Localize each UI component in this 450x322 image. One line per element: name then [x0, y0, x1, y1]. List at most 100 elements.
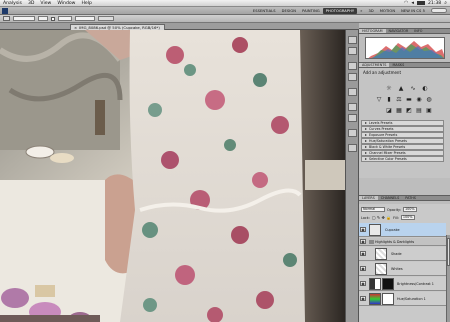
threshold-icon[interactable]: ◩ — [405, 107, 413, 115]
layer-row[interactable]: ◉ Brightness/Contrast 1 — [359, 277, 446, 291]
tab-adjustments[interactable]: ADJUSTMENTS — [359, 63, 390, 67]
workspace-essentials[interactable]: ESSENTIALS — [250, 8, 279, 14]
workspace-3d[interactable]: 3D — [366, 8, 377, 14]
levels-icon[interactable]: ▲ — [397, 85, 405, 93]
adjustment-icon — [369, 278, 381, 290]
notes-icon[interactable] — [348, 129, 357, 137]
auto-enhance-checkbox[interactable] — [51, 16, 55, 21]
application-bar: ESSENTIALS DESIGN PAINTING PHOTOGRAPHY »… — [0, 7, 450, 15]
workspace-photography[interactable]: PHOTOGRAPHY — [322, 7, 358, 14]
channel-mixer-icon[interactable]: ◍ — [425, 96, 433, 104]
opacity-label: Opacity: — [387, 207, 401, 212]
layers-scrollbar[interactable] — [446, 235, 450, 322]
expand-triangle-icon[interactable] — [365, 140, 367, 142]
hue-sat-icon[interactable]: ▮ — [385, 96, 393, 104]
mode-select[interactable] — [58, 16, 72, 21]
layers-panel-tabs: LAYERS CHANNELS PATHS — [359, 195, 450, 201]
adjustment-icon — [369, 293, 381, 305]
tab-masks[interactable]: MASKS — [389, 63, 407, 67]
selection-mode-box[interactable] — [13, 16, 35, 21]
menu-window[interactable]: Window — [54, 1, 78, 6]
tab-paths[interactable]: PATHS — [402, 196, 419, 200]
blend-mode-select[interactable]: Normal — [361, 207, 385, 212]
invert-icon[interactable]: ◪ — [385, 107, 393, 115]
menu-3d[interactable]: 3D — [25, 1, 37, 6]
battery-icon[interactable] — [416, 1, 425, 5]
workspace-painting[interactable]: PAINTING — [299, 8, 323, 14]
layer-row[interactable]: ◉ Hue/Saturation 1 — [359, 292, 446, 306]
selective-color-icon[interactable]: ▣ — [425, 107, 433, 115]
color-balance-icon[interactable]: ⚖ — [395, 96, 403, 104]
photo-filter-icon[interactable]: ◉ — [415, 96, 423, 104]
layer-name: Highlights & Darklights — [375, 240, 415, 244]
brightness-icon[interactable]: ☼ — [385, 85, 393, 93]
layer-row[interactable]: ◉ Shade — [359, 247, 446, 261]
menu-bar: Analysis 3D View Window Help ◠ ◂ 21:38 ⌕ — [0, 0, 450, 7]
feather-box[interactable] — [38, 16, 48, 21]
menu-help[interactable]: Help — [78, 1, 94, 6]
paragraph-icon[interactable] — [348, 114, 357, 122]
visibility-eye-icon[interactable]: ◉ — [360, 296, 366, 301]
gradient-map-icon[interactable]: ▤ — [415, 107, 423, 115]
visibility-eye-icon[interactable]: ◉ — [360, 266, 366, 271]
clone-source-icon[interactable] — [348, 88, 357, 96]
photo-image — [0, 30, 345, 322]
layer-group-row[interactable]: ◉ Highlights & Darklights — [359, 238, 446, 246]
lock-icons[interactable]: ▢ ✎ ✥ 🔒 — [372, 215, 391, 220]
layer-row[interactable]: ◉ Cupcake — [359, 223, 446, 237]
menu-analysis[interactable]: Analysis — [0, 1, 25, 6]
exposure-icon[interactable]: ◐ — [421, 85, 429, 93]
layers-panel: Normal Opacity: 100% Lock: ▢ ✎ ✥ 🔒 Fill:… — [359, 204, 450, 322]
spotlight-icon[interactable]: ⌕ — [444, 0, 447, 6]
workspace-more-icon[interactable]: » — [357, 8, 365, 14]
adjustments-header: Add an adjustment — [363, 70, 402, 75]
workspace-motion[interactable]: MOTION — [377, 8, 398, 14]
layer-row[interactable]: ◉ Whites — [359, 262, 446, 276]
visibility-eye-icon[interactable]: ◉ — [360, 281, 366, 286]
expand-triangle-icon[interactable] — [365, 158, 367, 160]
layer-thumbnail — [369, 224, 381, 236]
tool-presets-icon[interactable] — [348, 144, 357, 152]
visibility-eye-icon[interactable]: ◉ — [360, 227, 366, 232]
preset-selective-color[interactable]: Selective Color Presets — [361, 156, 444, 162]
brush-icon[interactable] — [348, 73, 357, 81]
tab-histogram[interactable]: HISTOGRAM — [359, 29, 386, 33]
layer-mask-thumbnail — [382, 293, 394, 305]
layer-name: Shade — [391, 252, 402, 256]
menu-view[interactable]: View — [37, 1, 54, 6]
expand-triangle-icon[interactable] — [365, 152, 367, 154]
blend-opacity-row: Normal Opacity: 100% — [361, 207, 417, 212]
style-select[interactable] — [75, 16, 95, 21]
wifi-icon[interactable]: ◠ — [404, 0, 408, 6]
workspace-new-in-cs5[interactable]: NEW IN CS 5 — [398, 8, 428, 14]
expand-triangle-icon[interactable] — [365, 128, 367, 130]
character-icon[interactable] — [348, 103, 357, 111]
tab-info[interactable]: INFO — [411, 29, 425, 33]
tab-channels[interactable]: CHANNELS — [378, 196, 403, 200]
tab-layers[interactable]: LAYERS — [359, 196, 378, 200]
vibrance-icon[interactable]: ▽ — [375, 96, 383, 104]
opacity-input[interactable]: 100% — [402, 207, 417, 212]
search-input[interactable] — [431, 8, 447, 13]
fill-input[interactable]: 100% — [400, 215, 415, 220]
folder-icon — [369, 240, 374, 244]
tab-navigator[interactable]: NAVIGATOR — [386, 29, 412, 33]
actions-icon[interactable] — [348, 47, 357, 55]
curves-icon[interactable]: ∿ — [409, 85, 417, 93]
expand-triangle-icon[interactable] — [365, 146, 367, 148]
expand-triangle-icon[interactable] — [365, 134, 367, 136]
visibility-eye-icon[interactable]: ◉ — [360, 251, 366, 256]
brush-presets-icon[interactable] — [348, 62, 357, 70]
tool-preset-icon[interactable] — [3, 16, 10, 21]
document-canvas[interactable] — [0, 30, 345, 322]
bw-icon[interactable]: ▬ — [405, 96, 413, 104]
panel-icon-strip — [345, 30, 359, 322]
posterize-icon[interactable]: ▦ — [395, 107, 403, 115]
volume-icon[interactable]: ◂ — [411, 0, 414, 6]
expand-triangle-icon[interactable] — [365, 122, 367, 124]
visibility-eye-icon[interactable]: ◉ — [360, 239, 366, 244]
workspace-design[interactable]: DESIGN — [279, 8, 299, 14]
refine-edge-button[interactable] — [98, 16, 114, 21]
clock[interactable]: 21:38 — [428, 1, 441, 6]
history-icon[interactable] — [348, 36, 357, 44]
